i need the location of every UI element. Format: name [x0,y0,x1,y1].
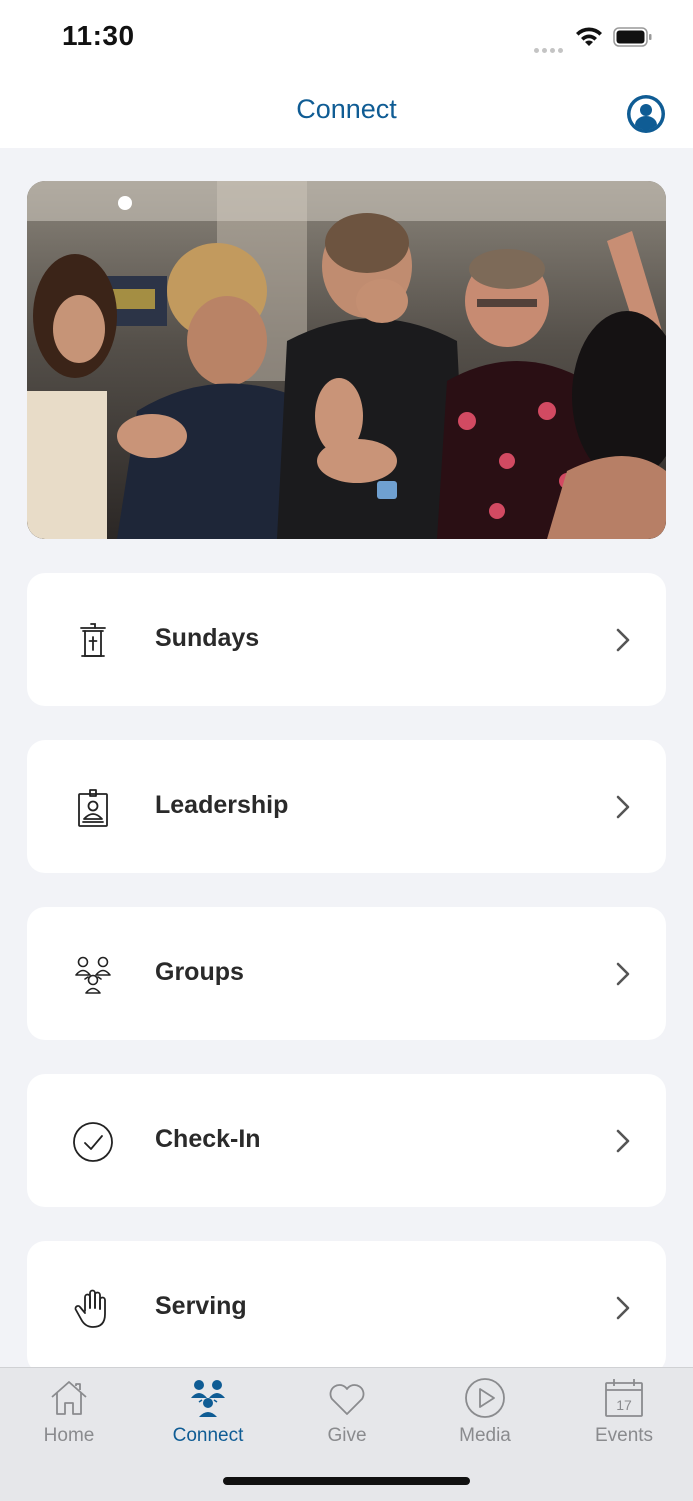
wifi-icon [574,26,604,53]
tab-connect[interactable]: Connect [158,1368,258,1458]
tab-media[interactable]: Media [435,1368,535,1458]
tab-label: Events [594,1425,654,1446]
status-time: 11:30 [62,20,135,51]
profile-button[interactable] [626,94,666,134]
connect-menu: Sundays Leadership Groups Check-In Servi… [27,573,666,1408]
menu-item-serving[interactable]: Serving [27,1241,666,1374]
check-circle-icon [73,1122,113,1162]
play-icon [465,1378,505,1418]
tab-label: Media [459,1425,511,1446]
battery-icon [613,27,652,47]
nav-header: Connect [0,76,693,148]
pulpit-icon [80,623,106,657]
menu-item-label: Groups [155,958,244,986]
menu-item-leadership[interactable]: Leadership [27,740,666,873]
menu-item-label: Serving [155,1292,247,1320]
raised-hand-icon [74,1289,106,1328]
tab-home[interactable]: Home [19,1368,119,1458]
chevron-right-icon [616,628,630,652]
tab-label: Home [43,1425,95,1446]
people-icon [191,1380,225,1417]
tab-give[interactable]: Give [297,1368,397,1458]
menu-item-label: Check-In [155,1125,261,1153]
calendar-icon: 17 [605,1379,643,1417]
home-indicator[interactable] [223,1477,470,1485]
cellular-signal-icon [534,40,566,58]
status-bar: 11:30 [0,0,693,76]
svg-text:17: 17 [616,1397,632,1413]
id-badge-icon [78,789,108,827]
menu-item-check-in[interactable]: Check-In [27,1074,666,1207]
menu-item-label: Sundays [155,624,260,652]
hero-image [27,181,666,539]
menu-item-sundays[interactable]: Sundays [27,573,666,706]
chevron-right-icon [616,962,630,986]
user-avatar-icon [627,95,665,133]
group-icon [75,956,111,994]
page-title: Connect [296,94,397,124]
heart-icon [329,1384,365,1415]
tab-events[interactable]: 17 Events [574,1368,674,1458]
chevron-right-icon [616,795,630,819]
home-icon [51,1381,87,1415]
chevron-right-icon [616,1129,630,1153]
tab-label: Connect [172,1425,244,1446]
tab-label: Give [327,1425,367,1446]
chevron-right-icon [616,1296,630,1320]
menu-item-label: Leadership [155,791,289,819]
menu-item-groups[interactable]: Groups [27,907,666,1040]
